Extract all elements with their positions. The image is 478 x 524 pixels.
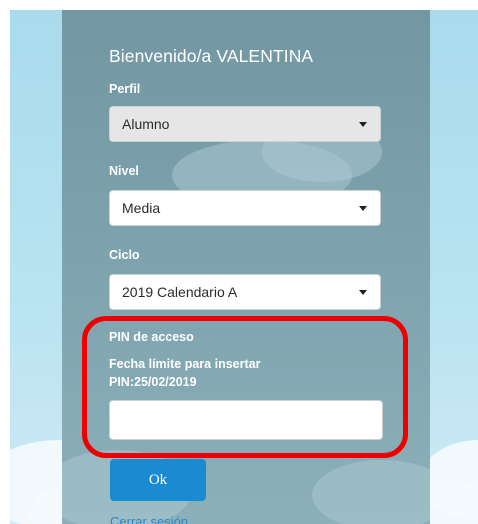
ciclo-select-value: 2019 Calendario A xyxy=(122,284,238,300)
highlight-annotation xyxy=(82,316,408,458)
nivel-select-value: Media xyxy=(122,200,161,216)
login-panel: Bienvenido/a VALENTINA Perfil Alumno Niv… xyxy=(62,10,430,524)
perfil-label: Perfil xyxy=(109,82,141,96)
ok-button[interactable]: Ok xyxy=(110,459,206,501)
perfil-select[interactable]: Alumno xyxy=(109,106,381,142)
ciclo-select[interactable]: 2019 Calendario A xyxy=(109,274,381,310)
logout-link[interactable]: Cerrar sesión xyxy=(110,514,188,524)
cloud-decoration xyxy=(312,460,430,524)
ciclo-label: Ciclo xyxy=(109,248,140,262)
nivel-select[interactable]: Media xyxy=(109,190,381,226)
nivel-label: Nivel xyxy=(109,164,139,178)
welcome-heading: Bienvenido/a VALENTINA xyxy=(109,46,314,66)
caret-down-icon xyxy=(359,289,367,295)
perfil-select-value: Alumno xyxy=(122,116,170,132)
caret-down-icon xyxy=(359,205,367,211)
caret-down-icon xyxy=(359,121,367,127)
